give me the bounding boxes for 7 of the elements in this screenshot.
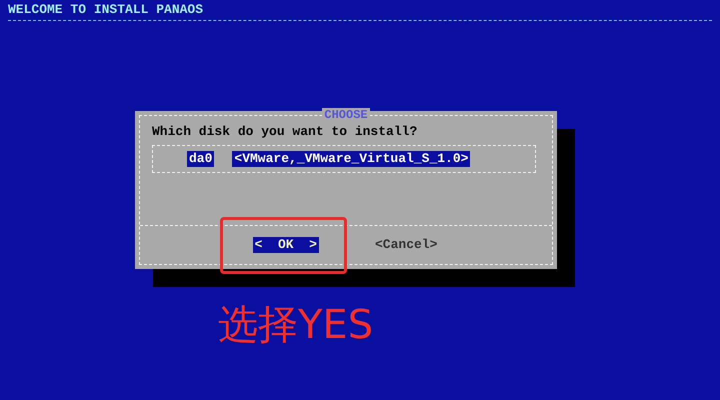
- dialog-button[interactable]: < OK >: [252, 237, 319, 253]
- disk-description: <VMware,_VMware_Virtual_S_1.0>: [232, 151, 470, 167]
- screen-title: WELCOME TO INSTALL PANAOS: [8, 2, 204, 18]
- dialog-prompt: Which disk do you want to install?: [152, 124, 418, 140]
- disk-name: da0: [187, 151, 214, 167]
- dialog-button[interactable]: <Cancel>: [373, 237, 440, 253]
- annotation-text: 选择YES: [218, 301, 374, 349]
